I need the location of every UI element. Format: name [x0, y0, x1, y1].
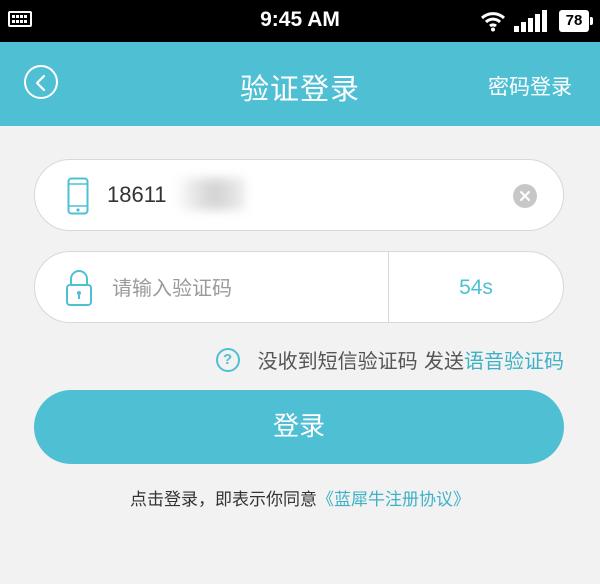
question-icon: ?	[215, 347, 240, 372]
status-time: 9:45 AM	[260, 8, 340, 31]
help-row: ? 没收到短信验证码 发送 语音验证码	[215, 345, 564, 374]
login-button[interactable]: 登录	[34, 390, 564, 464]
phone-field[interactable]: 18611	[34, 159, 564, 231]
clear-icon	[520, 191, 530, 201]
voice-code-link[interactable]: 语音验证码	[464, 345, 564, 374]
resend-countdown: 54s	[459, 276, 493, 299]
phone-number-value: 18611	[107, 182, 167, 207]
clear-phone-button[interactable]	[513, 184, 537, 208]
code-input[interactable]	[110, 268, 379, 308]
terms-text: 点击登录，即表示你同意	[130, 490, 317, 510]
nav-bar: 验证登录 密码登录	[0, 42, 600, 126]
status-bar: 9:45 AM 78	[0, 0, 600, 42]
terms-link[interactable]: 《蓝犀牛注册协议》	[317, 490, 470, 510]
code-field: 54s	[34, 251, 564, 323]
phone-icon	[67, 177, 89, 215]
battery-icon: 78	[559, 10, 593, 32]
help-text: 没收到短信验证码 发送	[257, 349, 464, 373]
wifi-icon	[480, 12, 506, 32]
signal-icon	[514, 10, 548, 32]
redacted-blur	[175, 178, 245, 210]
lock-icon	[66, 270, 92, 306]
password-login-link[interactable]: 密码登录	[488, 71, 572, 101]
terms-row: 点击登录，即表示你同意《蓝犀牛注册协议》	[0, 485, 600, 510]
